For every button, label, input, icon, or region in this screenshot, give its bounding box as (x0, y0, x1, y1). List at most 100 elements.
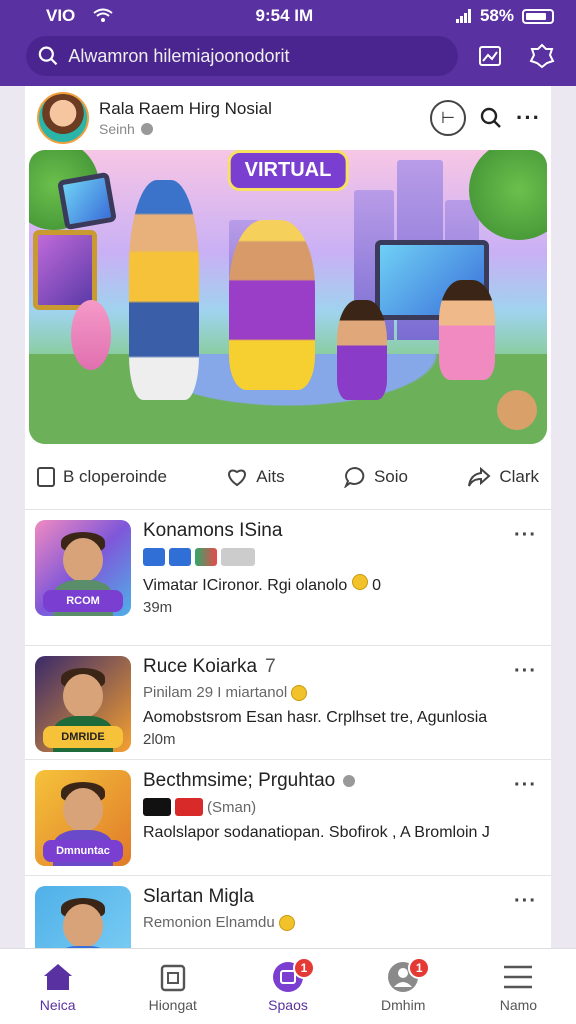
save-button[interactable]: B cloperoinde (37, 466, 167, 487)
spaces-icon: 1 (271, 956, 315, 993)
battery-icon (522, 8, 554, 24)
coins-icon (291, 684, 308, 701)
character-child (337, 300, 387, 400)
item-badge-text: (Sman) (207, 798, 257, 816)
nav-menu[interactable]: Namo (461, 949, 576, 1024)
list-item[interactable]: Slartan Migla Remonion Elnamdu ··· (25, 876, 551, 948)
clock-hand-icon: ⊢ (441, 110, 455, 127)
status-bar: VIO 9:54 IM 58% (0, 0, 576, 32)
thumb-face (63, 674, 103, 718)
image-icon (479, 46, 501, 66)
thumb-face (63, 538, 103, 582)
home-icon (41, 961, 75, 993)
comment-icon (344, 466, 365, 488)
nav-label: Hiongat (148, 996, 197, 1013)
item-badge-text: Pinilam 29 I miartanol (143, 684, 288, 701)
infinity-badge (143, 548, 165, 566)
tree (469, 150, 547, 240)
item-thumbnail (35, 886, 131, 948)
notification-badge: 1 (293, 956, 315, 979)
item-desc: Vimatar ICironor. Rgi olanolo (143, 577, 348, 594)
nav-spaces[interactable]: 1 Spaos (230, 949, 345, 1024)
globe-icon (343, 775, 356, 787)
thumb-face (63, 788, 103, 832)
bottom-nav: Neica Hiongat 1 Spaos 1 Dmhim Namo (0, 948, 576, 1024)
search-icon[interactable] (480, 107, 502, 129)
tag-badge (221, 548, 255, 566)
character-girl (439, 280, 495, 380)
character-pet (71, 300, 111, 370)
character-boy (129, 180, 199, 400)
item-count: 7 (265, 656, 276, 677)
globe-icon (140, 123, 153, 135)
search-icon (38, 46, 58, 66)
hero-image[interactable]: VIRTUAL (29, 150, 547, 444)
feed: Rala Raem Hirg Nosial Seinh ⊢ ··· VIRTUA… (25, 86, 551, 948)
nav-profile[interactable]: 1 Dmhim (346, 949, 461, 1024)
search-input[interactable] (68, 45, 446, 67)
save-label: B cloperoinde (63, 466, 167, 486)
item-time: 2l0m (143, 731, 176, 748)
coin-icon (351, 574, 368, 590)
carrier-label: VIO (46, 6, 85, 25)
list-item[interactable]: DMRIDE Ruce Koiarka 7 Pinilam 29 I miarta… (25, 646, 551, 760)
thumb-label: DMRIDE (43, 726, 123, 748)
item-name: Becthmsime; Prguhtao (143, 770, 336, 791)
top-bar: VIO 9:54 IM 58% (0, 0, 576, 86)
character-dog (497, 390, 537, 430)
item-desc: Aomobstsrom Esan hasr. Crplhset tre, Agu… (143, 709, 488, 726)
floating-screen (57, 171, 117, 231)
comment-label: Soio (373, 466, 408, 486)
post-actions: B cloperoinde Aits Soio Clark (25, 444, 551, 510)
nav-gifts[interactable]: Hiongat (115, 949, 230, 1024)
video-badge (175, 798, 203, 816)
item-name: Konamons ISina (143, 520, 283, 541)
arcade-machine (33, 230, 97, 310)
thumb-label: RCOM (43, 590, 123, 612)
more-options-icon[interactable]: ··· (516, 105, 541, 131)
item-badge-text: Remonion Elnamdu (143, 914, 275, 931)
notification-badge: 1 (408, 956, 431, 979)
item-thumbnail: Dmnuntac (35, 770, 131, 866)
share-icon (468, 466, 491, 486)
nav-label: Neica (39, 996, 76, 1013)
nav-label: Spaos (268, 996, 308, 1013)
avatar[interactable] (37, 92, 89, 144)
more-options-icon[interactable]: ··· (514, 774, 537, 797)
nav-label: Dmhim (381, 996, 426, 1013)
item-thumbnail: DMRIDE (35, 656, 131, 752)
comment-button[interactable]: Soio (344, 466, 408, 488)
more-options-icon[interactable]: ··· (514, 890, 537, 913)
bookmark-icon (37, 466, 55, 487)
timer-button[interactable]: ⊢ (430, 100, 467, 136)
search-bar[interactable] (26, 36, 458, 76)
signal-icon (455, 9, 471, 23)
item-name: Slartan Migla (143, 886, 254, 907)
item-name: Ruce Koiarka (143, 656, 258, 677)
list-item[interactable]: RCOM Konamons ISina Vimatar ICironor. Rg… (25, 510, 551, 646)
badge-icon (529, 43, 555, 69)
coins-icon (278, 914, 295, 931)
share-label: Clark (499, 466, 539, 486)
like-button[interactable]: Aits (226, 466, 285, 487)
game-badge (195, 548, 217, 566)
gift-icon (156, 961, 190, 993)
list-item[interactable]: Dmnuntac Becthmsime; Prguhtao (Sman) Rao… (25, 760, 551, 876)
image-button[interactable] (470, 36, 510, 76)
post-header: Rala Raem Hirg Nosial Seinh ⊢ ··· (25, 86, 551, 150)
menu-icon (501, 961, 535, 993)
like-label: Aits (256, 466, 285, 486)
clock: 9:54 IM (255, 6, 314, 25)
post-title[interactable]: Rala Raem Hirg Nosial (99, 99, 420, 119)
item-time: 39m (143, 599, 173, 616)
item-thumbnail: RCOM (35, 520, 131, 616)
thumb-label: Dmnuntac (43, 840, 123, 862)
character-woman (229, 220, 315, 390)
notifications-button[interactable] (522, 36, 562, 76)
more-options-icon[interactable]: ··· (514, 660, 537, 683)
share-button[interactable]: Clark (467, 466, 539, 487)
nav-label: Namo (499, 996, 538, 1013)
nav-home[interactable]: Neica (0, 949, 115, 1024)
more-options-icon[interactable]: ··· (514, 524, 537, 547)
battery-percent: 58% (479, 6, 514, 25)
